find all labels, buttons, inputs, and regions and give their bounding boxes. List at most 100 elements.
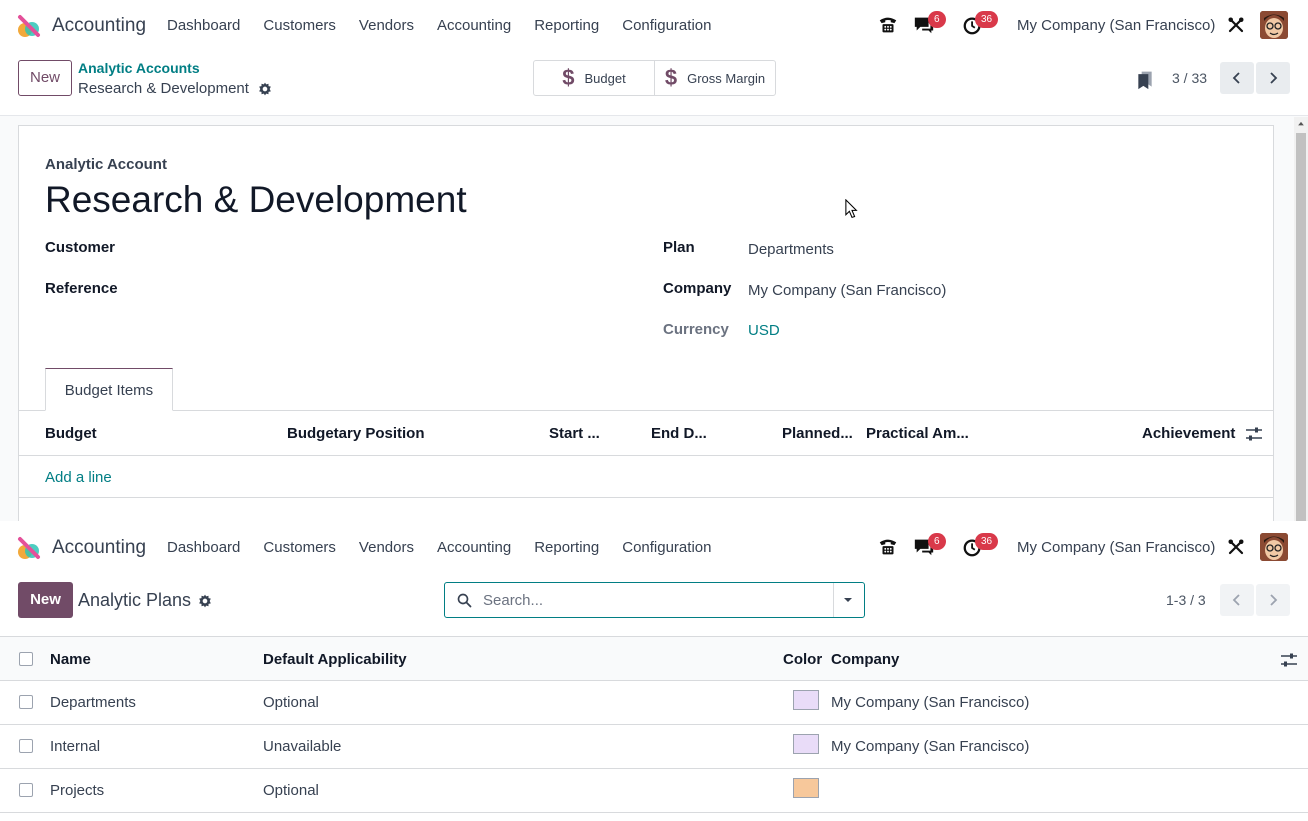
col-end-date[interactable]: End D... [651,425,707,442]
currency-label: Currency [663,321,729,338]
row-applicability[interactable]: Optional [263,694,319,711]
menu-customers[interactable]: Customers [263,522,336,574]
smart-buttons: $ Budget $ Gross Margin [533,60,776,96]
row-color-swatch[interactable] [793,690,819,710]
menu-accounting[interactable]: Accounting [437,0,511,52]
new-button[interactable]: New [18,60,72,96]
chat-badge: 6 [928,11,946,28]
menu-accounting[interactable]: Accounting [437,522,511,574]
currency-field[interactable]: USD [748,322,780,339]
col-achievement[interactable]: Achievement [1142,425,1235,442]
col-default-applicability[interactable]: Default Applicability [263,651,407,668]
search-options-dropdown-icon[interactable] [842,594,854,606]
row-name[interactable]: Projects [50,782,104,799]
search-input[interactable] [483,590,823,610]
gear-icon[interactable] [198,594,212,608]
menu-customers[interactable]: Customers [263,0,336,52]
breadcrumb-analytic-accounts[interactable]: Analytic Accounts [78,60,200,76]
app-name[interactable]: Accounting [52,522,146,574]
chevron-right-icon [1270,594,1278,606]
row-company[interactable]: My Company (San Francisco) [831,738,1029,755]
debug-tools-icon[interactable] [1227,16,1245,34]
tab-budget-items[interactable]: Budget Items [45,368,173,411]
plan-field[interactable]: Departments [748,241,834,258]
pager-value[interactable]: 3 / 33 [1172,70,1207,86]
menu-dashboard[interactable]: Dashboard [167,522,240,574]
gross-margin-label: Gross Margin [687,70,766,86]
pager-previous-button[interactable] [1220,584,1254,616]
col-name[interactable]: Name [50,651,91,668]
company-switcher[interactable]: My Company (San Francisco) [1017,0,1215,52]
col-budgetary-position[interactable]: Budgetary Position [287,425,425,442]
phone-icon[interactable] [877,14,899,36]
row-divider [0,724,1308,725]
row-name[interactable]: Internal [50,738,100,755]
menu-configuration[interactable]: Configuration [622,0,711,52]
budget-label: Budget [584,70,626,86]
search-bar [444,582,865,618]
row-name[interactable]: Departments [50,694,136,711]
top-navbar: Accounting Dashboard Customers Vendors A… [0,0,1308,52]
select-all-checkbox[interactable] [19,652,33,666]
app-name[interactable]: Accounting [52,0,146,52]
budget-smart-button[interactable]: $ Budget [534,61,654,95]
phone-icon[interactable] [877,536,899,558]
reference-field[interactable] [130,280,610,300]
company-field[interactable]: My Company (San Francisco) [748,282,946,299]
row-company[interactable]: My Company (San Francisco) [831,694,1029,711]
menu-vendors[interactable]: Vendors [359,0,414,52]
scroll-up-icon[interactable] [1294,119,1308,129]
form-scrollbar[interactable] [1294,117,1308,521]
row-divider [0,812,1308,813]
menu-configuration[interactable]: Configuration [622,522,711,574]
page-title: Analytic Plans [78,590,192,610]
menu-reporting[interactable]: Reporting [534,0,599,52]
budget-header-divider [19,455,1273,456]
company-switcher[interactable]: My Company (San Francisco) [1017,522,1215,574]
user-avatar[interactable] [1260,11,1288,39]
user-avatar[interactable] [1260,533,1288,561]
scrollbar-thumb[interactable] [1296,133,1306,521]
menu-vendors[interactable]: Vendors [359,522,414,574]
col-start-date[interactable]: Start ... [549,425,600,442]
search-divider [833,583,834,617]
avatar-face-icon [1260,11,1288,39]
bookmark-icon[interactable] [1135,68,1155,92]
col-color[interactable]: Color [783,651,822,668]
row-checkbox[interactable] [19,739,33,753]
accounting-app-logo-icon[interactable] [17,536,41,560]
customer-label: Customer [45,239,116,256]
col-budget[interactable]: Budget [45,425,97,442]
menu-reporting[interactable]: Reporting [534,522,599,574]
form-title[interactable]: Research & Development [45,179,467,221]
row-checkbox[interactable] [19,783,33,797]
mouse-cursor-icon [845,199,858,219]
col-planned[interactable]: Planned... [782,425,853,442]
add-line-link[interactable]: Add a line [45,469,112,486]
pager-next-button[interactable] [1256,584,1290,616]
pager-value[interactable]: 1-3 / 3 [1166,592,1206,608]
gear-icon[interactable] [258,82,272,96]
menu-dashboard[interactable]: Dashboard [167,0,240,52]
pager-previous-button[interactable] [1220,62,1254,94]
optional-columns-icon[interactable] [1245,426,1263,442]
gross-margin-smart-button[interactable]: $ Gross Margin [654,61,775,95]
optional-columns-icon[interactable] [1280,652,1298,668]
activity-badge: 36 [975,11,999,28]
chevron-left-icon [1232,594,1240,606]
customer-field[interactable] [130,239,610,259]
form-type-label: Analytic Account [45,156,167,173]
accounting-app-logo-icon[interactable] [17,14,41,38]
col-practical-amount[interactable]: Practical Am... [866,425,969,442]
row-checkbox[interactable] [19,695,33,709]
pager-next-button[interactable] [1256,62,1290,94]
budget-footer-divider [19,497,1273,498]
new-button[interactable]: New [18,582,73,618]
debug-tools-icon[interactable] [1227,538,1245,556]
row-applicability[interactable]: Optional [263,782,319,799]
row-color-swatch[interactable] [793,778,819,798]
col-company[interactable]: Company [831,651,899,668]
row-applicability[interactable]: Unavailable [263,738,341,755]
activity-badge: 36 [975,533,999,550]
row-color-swatch[interactable] [793,734,819,754]
